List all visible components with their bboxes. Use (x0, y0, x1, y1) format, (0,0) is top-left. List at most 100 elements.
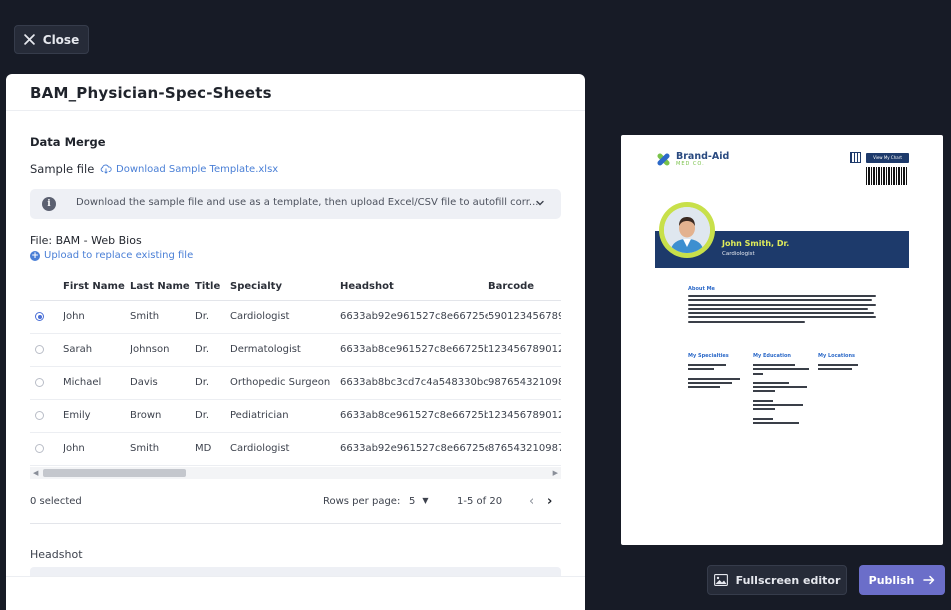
cell-specialty: Cardiologist (230, 300, 340, 334)
headshot-field-label: Headshot (30, 548, 83, 561)
cell-title: Dr. (195, 333, 230, 367)
row-radio[interactable] (35, 312, 44, 321)
plus-circle-icon: + (30, 250, 40, 261)
cell-headshot: 6633ab8ce961527c8e66725b (340, 399, 488, 433)
fullscreen-editor-button[interactable]: Fullscreen editor (707, 565, 847, 595)
table-row[interactable]: Emily Brown Dr. Pediatrician 6633ab8ce96… (30, 399, 561, 433)
horizontal-scrollbar[interactable]: ◀ ▶ (30, 467, 561, 479)
person-icon (664, 207, 710, 253)
cell-headshot: 6633ab92e961527c8e66725e (340, 432, 488, 466)
cell-first-name: Michael (63, 366, 130, 400)
cell-headshot: 6633ab92e961527c8e66725e (340, 300, 488, 334)
cell-specialty: Dermatologist (230, 333, 340, 367)
data-merge-panel: BAM_Physician-Spec-Sheets Data Merge Sam… (6, 74, 585, 610)
publish-button[interactable]: Publish (859, 565, 945, 595)
close-button[interactable]: Close (14, 25, 89, 54)
panel-bottom-bar (6, 576, 585, 610)
table-header-row: First Name Last Name Title Specialty Hea… (30, 273, 561, 301)
panel-divider (6, 110, 585, 111)
cell-headshot: 6633ab8ce961527c8e66725b (340, 333, 488, 367)
download-sample-label: Download Sample Template.xlsx (116, 163, 279, 175)
bandage-logo-icon (657, 153, 670, 166)
table-row[interactable]: Michael Davis Dr. Orthopedic Surgeon 663… (30, 366, 561, 400)
scrollbar-thumb[interactable] (43, 469, 186, 477)
upload-replace-label: Upload to replace existing file (44, 250, 194, 261)
select-column-header (30, 273, 63, 301)
scroll-left-icon[interactable]: ◀ (33, 469, 38, 477)
cell-barcode: 987654321098 (488, 366, 561, 400)
column-header[interactable]: Specialty (230, 273, 340, 301)
column-header[interactable]: Headshot (340, 273, 488, 301)
education-column: My Education (753, 353, 809, 426)
cell-headshot: 6633ab8bc3cd7c4a548330bc (340, 366, 488, 400)
download-sample-link[interactable]: Download Sample Template.xlsx (100, 163, 278, 175)
data-table: First Name Last Name Title Specialty Hea… (30, 273, 561, 481)
cell-title: Dr. (195, 399, 230, 433)
table-footer: 0 selected Rows per page: 5 ▼ 1-5 of 20 … (30, 494, 561, 512)
panel-title: BAM_Physician-Spec-Sheets (30, 84, 272, 102)
row-radio[interactable] (35, 378, 44, 387)
column-header[interactable]: First Name (63, 273, 130, 301)
about-heading: About Me (688, 286, 715, 292)
column-header[interactable]: Last Name (130, 273, 195, 301)
section-title: Data Merge (30, 135, 106, 149)
top-bar: Close (0, 0, 951, 74)
cell-first-name: John (63, 432, 130, 466)
cell-barcode: 123456789012 (488, 333, 561, 367)
cell-first-name: Sarah (63, 333, 130, 367)
doctor-role: Cardiologist (722, 251, 755, 257)
cell-barcode: 876543210987 (488, 432, 561, 466)
info-icon: i (42, 197, 56, 211)
close-icon (23, 34, 35, 45)
footer-divider (30, 523, 561, 524)
rows-per-page-select[interactable]: 5 ▼ (409, 496, 429, 507)
cell-last-name: Smith (130, 300, 195, 334)
info-banner: i Download the sample file and use as a … (30, 189, 561, 219)
table-row[interactable]: John Smith Dr. Cardiologist 6633ab92e961… (30, 300, 561, 334)
locations-heading: My Locations (818, 353, 856, 359)
doctor-headshot (659, 202, 715, 258)
column-header[interactable]: Title (195, 273, 230, 301)
education-heading: My Education (753, 353, 791, 359)
fullscreen-editor-label: Fullscreen editor (735, 573, 841, 587)
info-text: Download the sample file and use as a te… (76, 197, 539, 208)
rows-per-page-label: Rows per page: (323, 496, 401, 507)
cell-specialty: Cardiologist (230, 432, 340, 466)
arrow-right-icon (923, 575, 935, 585)
upload-replace-link[interactable]: + Upload to replace existing file (30, 250, 193, 261)
chevron-right-icon[interactable]: › (547, 494, 552, 509)
spec-sheet-preview[interactable]: Brand-Aid MED CO. View My Chart John Smi… (621, 135, 943, 545)
locations-column: My Locations (818, 353, 858, 373)
logo-name: Brand-Aid (676, 151, 730, 162)
scroll-right-icon[interactable]: ▶ (553, 469, 558, 477)
cloud-download-icon (100, 164, 112, 174)
cell-last-name: Brown (130, 399, 195, 433)
cell-title: Dr. (195, 366, 230, 400)
image-editor-icon (713, 574, 728, 586)
sample-file-label: Sample file (30, 162, 95, 176)
about-text-block (688, 295, 876, 325)
specialties-heading: My Specialties (688, 353, 729, 359)
doctor-name: John Smith, Dr. (722, 239, 790, 248)
cell-last-name: Johnson (130, 333, 195, 367)
rows-per-page-value: 5 (409, 496, 416, 507)
selected-count: 0 selected (30, 496, 82, 507)
page-range: 1-5 of 20 (457, 496, 503, 507)
cell-specialty: Orthopedic Surgeon (230, 366, 340, 400)
table-row[interactable]: John Smith MD Cardiologist 6633ab92e9615… (30, 432, 561, 466)
qr-code-icon (850, 152, 861, 163)
cell-barcode: 590123456789 (488, 300, 561, 334)
row-radio[interactable] (35, 411, 44, 420)
table-row[interactable]: Sarah Johnson Dr. Dermatologist 6633ab8c… (30, 333, 561, 367)
row-radio[interactable] (35, 345, 44, 354)
specialties-column: My Specialties (688, 353, 740, 390)
chevron-down-icon[interactable] (534, 197, 546, 209)
column-header[interactable]: Barcode (488, 273, 561, 301)
brand-logo: Brand-Aid MED CO. (655, 151, 729, 168)
cell-first-name: John (63, 300, 130, 334)
cell-barcode: 123456789012 (488, 399, 561, 433)
cell-title: Dr. (195, 300, 230, 334)
chevron-left-icon[interactable]: ‹ (529, 494, 534, 509)
barcode-image (866, 167, 908, 185)
row-radio[interactable] (35, 444, 44, 453)
